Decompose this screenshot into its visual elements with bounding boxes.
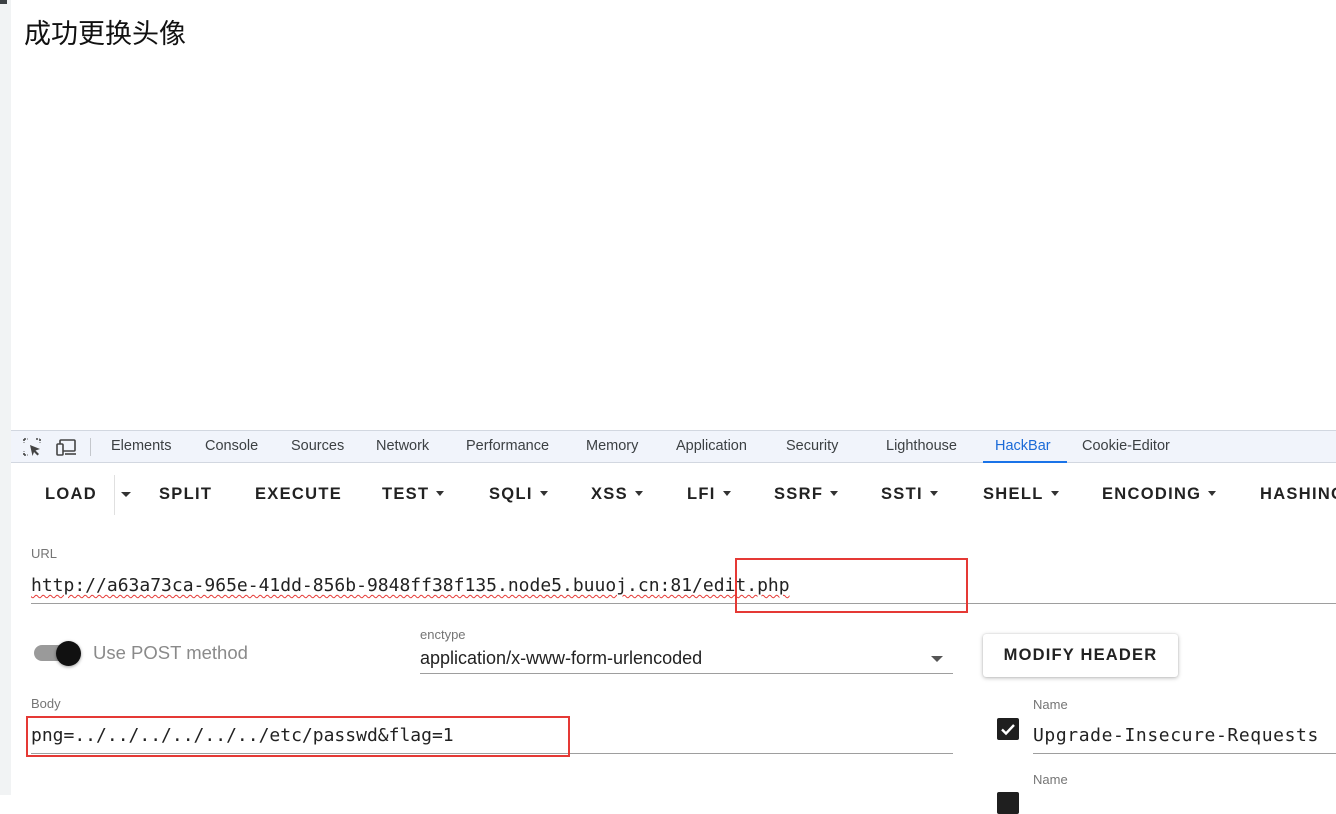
tab-elements[interactable]: Elements bbox=[111, 431, 171, 462]
enctype-underline bbox=[420, 673, 953, 674]
shell-label: SHELL bbox=[983, 485, 1044, 503]
encoding-label: ENCODING bbox=[1102, 485, 1202, 503]
tab-bar-separator bbox=[90, 438, 91, 456]
load-dropdown-caret-icon[interactable] bbox=[121, 492, 131, 497]
devtools-tab-bar: Elements Console Sources Network Perform… bbox=[11, 430, 1336, 463]
chevron-down-icon bbox=[1208, 491, 1217, 496]
test-label: TEST bbox=[382, 485, 430, 503]
page-heading: 成功更换头像 bbox=[24, 19, 186, 50]
load-label: LOAD bbox=[45, 485, 97, 503]
ssrf-menu-button[interactable]: SSRF bbox=[774, 482, 839, 506]
split-button[interactable]: SPLIT bbox=[159, 482, 212, 506]
ssti-label: SSTI bbox=[881, 485, 923, 503]
load-split-divider bbox=[114, 475, 115, 515]
chevron-down-icon bbox=[539, 491, 548, 496]
ssti-menu-button[interactable]: SSTI bbox=[881, 482, 938, 506]
tab-performance[interactable]: Performance bbox=[466, 431, 549, 462]
url-input-underline bbox=[31, 603, 1336, 604]
header-name-input[interactable]: Upgrade-Insecure-Requests bbox=[1033, 725, 1319, 746]
sqli-label: SQLI bbox=[489, 485, 533, 503]
url-input[interactable]: http://a63a73ca-965e-41dd-856b-9848ff38f… bbox=[31, 575, 790, 596]
device-toolbar-icon[interactable] bbox=[56, 437, 76, 457]
window-corner-marker bbox=[0, 0, 7, 4]
lfi-label: LFI bbox=[687, 485, 716, 503]
tab-lighthouse[interactable]: Lighthouse bbox=[886, 431, 957, 462]
execute-button[interactable]: EXECUTE bbox=[255, 482, 342, 506]
post-method-toggle-knob[interactable] bbox=[56, 641, 81, 666]
check-icon bbox=[1001, 724, 1015, 736]
enctype-label: enctype bbox=[420, 627, 466, 642]
url-label: URL bbox=[31, 546, 58, 561]
encoding-menu-button[interactable]: ENCODING bbox=[1102, 482, 1217, 506]
url-port-highlight-box bbox=[735, 558, 968, 613]
devtools-panel: Elements Console Sources Network Perform… bbox=[11, 430, 1336, 814]
load-button[interactable]: LOAD bbox=[45, 482, 97, 506]
chevron-down-icon bbox=[1050, 491, 1059, 496]
tab-cookie-editor[interactable]: Cookie-Editor bbox=[1082, 431, 1170, 462]
body-payload-highlight-box bbox=[26, 716, 570, 757]
tab-security[interactable]: Security bbox=[786, 431, 838, 462]
hashing-label: HASHING bbox=[1260, 485, 1336, 503]
header-name-underline bbox=[1033, 753, 1336, 754]
tab-application[interactable]: Application bbox=[676, 431, 747, 462]
sqli-menu-button[interactable]: SQLI bbox=[489, 482, 548, 506]
chevron-down-icon bbox=[929, 491, 938, 496]
ssrf-label: SSRF bbox=[774, 485, 824, 503]
header-name-label-2: Name bbox=[1033, 772, 1068, 787]
test-menu-button[interactable]: TEST bbox=[382, 482, 445, 506]
lfi-menu-button[interactable]: LFI bbox=[687, 482, 731, 506]
header-enabled-checkbox[interactable] bbox=[997, 718, 1019, 740]
post-method-label: Use POST method bbox=[93, 642, 248, 663]
web-page-viewport: 成功更换头像 bbox=[11, 0, 1336, 430]
hackbar-toolbar: LOAD SPLIT EXECUTE TEST SQLI XSS LFI SSR… bbox=[11, 463, 1336, 521]
hashing-menu-button[interactable]: HASHING bbox=[1260, 482, 1336, 506]
left-edge-strip bbox=[0, 0, 11, 795]
chevron-down-icon bbox=[634, 491, 643, 496]
body-label: Body bbox=[31, 696, 61, 711]
chevron-down-icon bbox=[436, 491, 445, 496]
url-host-text: http://a63a73ca-965e-41dd-856b-9848ff38f… bbox=[31, 575, 660, 596]
execute-label: EXECUTE bbox=[255, 485, 343, 503]
tab-hackbar[interactable]: HackBar bbox=[983, 431, 1067, 463]
xss-label: XSS bbox=[591, 485, 628, 503]
modify-header-button[interactable]: MODIFY HEADER bbox=[983, 634, 1178, 677]
tab-sources[interactable]: Sources bbox=[291, 431, 344, 462]
enctype-dropdown-arrow-icon[interactable] bbox=[931, 656, 943, 662]
chevron-down-icon bbox=[830, 491, 839, 496]
tab-memory[interactable]: Memory bbox=[586, 431, 638, 462]
header-name-label: Name bbox=[1033, 697, 1068, 712]
enctype-select[interactable]: application/x-www-form-urlencoded bbox=[420, 648, 702, 669]
inspect-element-icon[interactable] bbox=[22, 437, 42, 457]
header-enabled-checkbox-2[interactable] bbox=[997, 792, 1019, 814]
split-label: SPLIT bbox=[159, 485, 213, 503]
shell-menu-button[interactable]: SHELL bbox=[983, 482, 1059, 506]
chevron-down-icon bbox=[722, 491, 731, 496]
xss-menu-button[interactable]: XSS bbox=[591, 482, 643, 506]
tab-network[interactable]: Network bbox=[376, 431, 429, 462]
tab-console[interactable]: Console bbox=[205, 431, 258, 462]
